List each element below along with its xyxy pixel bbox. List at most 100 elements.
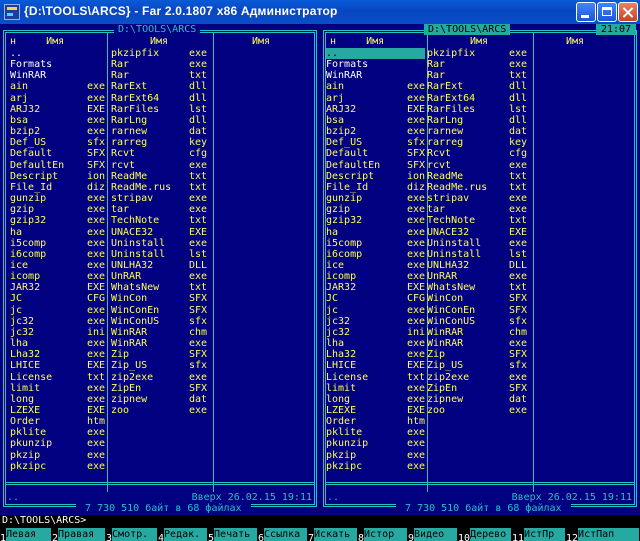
file-item[interactable]: RarExt64 dll (427, 93, 527, 104)
file-item[interactable]: pkzip exe (10, 450, 105, 461)
file-item[interactable]: rarreg key (111, 137, 207, 148)
file-item[interactable]: RarExt dll (111, 81, 207, 92)
maximize-button[interactable] (597, 2, 617, 22)
file-item[interactable]: stripav exe (427, 193, 527, 204)
file-item[interactable]: WinRAR chm (111, 327, 207, 338)
file-item[interactable]: WhatsNew txt (111, 282, 207, 293)
file-item[interactable]: pkunzip exe (326, 438, 425, 449)
file-item[interactable]: ha exe (326, 227, 425, 238)
fkey-4[interactable]: 4Редак. (158, 528, 208, 541)
file-item[interactable]: bzip2 exe (326, 126, 425, 137)
file-item[interactable]: ha exe (10, 227, 105, 238)
left-column-header-1[interactable]: н Имя (10, 36, 64, 47)
file-item[interactable]: ARJ32 EXE (10, 104, 105, 115)
file-item[interactable]: pkzipc exe (326, 461, 425, 472)
file-item[interactable]: pkzipfix exe (111, 48, 207, 59)
left-panel[interactable]: D:\TOOLS\ARCS н Имя Имя Имя .. Formats Win… (0, 24, 320, 514)
file-item[interactable]: WinConEn SFX (111, 305, 207, 316)
file-item[interactable]: ARJ32 EXE (326, 104, 425, 115)
file-item[interactable]: Default SFX (10, 148, 105, 159)
right-column-header-1[interactable]: н Имя (330, 36, 384, 47)
file-item[interactable]: ReadMe.rus txt (111, 182, 207, 193)
file-item[interactable]: WinCon SFX (111, 293, 207, 304)
file-item[interactable]: rarreg key (427, 137, 527, 148)
file-item[interactable]: JAR32 EXE (10, 282, 105, 293)
file-item[interactable]: RarFiles lst (111, 104, 207, 115)
fkey-7[interactable]: 7Искать (308, 528, 358, 541)
fkey-12[interactable]: 12ИстПап (566, 528, 640, 541)
file-item[interactable]: Rar txt (111, 70, 207, 81)
file-item[interactable]: RarFiles lst (427, 104, 527, 115)
right-panel[interactable]: D:\TOOLS\ARCS н Имя Имя Имя .. Formats Win… (320, 24, 640, 514)
file-item[interactable]: pkzip exe (326, 450, 425, 461)
file-item[interactable]: Uninstall lst (427, 249, 527, 260)
file-item[interactable]: License txt (10, 372, 105, 383)
file-item[interactable]: Order htm (10, 416, 105, 427)
file-item[interactable]: gunzip exe (326, 193, 425, 204)
file-item[interactable]: zoo exe (111, 405, 207, 416)
file-item[interactable]: long exe (326, 394, 425, 405)
file-item[interactable]: WinConEn SFX (427, 305, 527, 316)
file-item[interactable]: UNACE32 EXE (111, 227, 207, 238)
directory-item[interactable]: WinRAR (326, 70, 425, 81)
left-column-header-2[interactable]: Имя (150, 36, 168, 47)
file-item[interactable]: Descript ion (10, 171, 105, 182)
file-item[interactable]: rarnew dat (111, 126, 207, 137)
file-item[interactable]: lha exe (10, 338, 105, 349)
file-item[interactable]: Rar txt (427, 70, 527, 81)
file-item[interactable]: JC CFG (10, 293, 105, 304)
file-item[interactable]: jc32 exe (10, 316, 105, 327)
file-item[interactable]: RarExt64 dll (111, 93, 207, 104)
fkey-8[interactable]: 8Истор (358, 528, 408, 541)
file-item[interactable]: jc32 ini (326, 327, 425, 338)
fkey-6[interactable]: 6Ссылка (258, 528, 308, 541)
fkey-11[interactable]: 11ИстПр (512, 528, 566, 541)
file-item[interactable]: JC CFG (326, 293, 425, 304)
file-item[interactable]: ain exe (10, 81, 105, 92)
file-item[interactable]: LHICE EXE (326, 360, 425, 371)
directory-item[interactable]: .. (326, 48, 425, 60)
file-item[interactable]: WhatsNew txt (427, 282, 527, 293)
file-item[interactable]: jc32 ini (10, 327, 105, 338)
close-button[interactable] (618, 2, 638, 22)
file-item[interactable]: UnRAR exe (111, 271, 207, 282)
file-item[interactable]: TechNote txt (427, 215, 527, 226)
file-item[interactable]: gunzip exe (10, 193, 105, 204)
directory-item[interactable]: .. (10, 48, 105, 59)
file-item[interactable]: Default SFX (326, 148, 425, 159)
file-item[interactable]: Zip SFX (111, 349, 207, 360)
file-item[interactable]: Lha32 exe (326, 349, 425, 360)
file-item[interactable]: Zip_US sfx (111, 360, 207, 371)
file-item[interactable]: pklite exe (10, 427, 105, 438)
file-item[interactable]: Uninstall exe (427, 238, 527, 249)
file-item[interactable]: zoo exe (427, 405, 527, 416)
file-item[interactable]: File_Id diz (326, 182, 425, 193)
file-item[interactable]: ZipEn SFX (427, 383, 527, 394)
file-item[interactable]: Rcvt cfg (427, 148, 527, 159)
file-item[interactable]: gzip32 exe (326, 215, 425, 226)
file-item[interactable]: UNLHA32 DLL (427, 260, 527, 271)
fkey-10[interactable]: 10Дерево (458, 528, 512, 541)
file-item[interactable]: ZipEn SFX (111, 383, 207, 394)
file-item[interactable]: UnRAR exe (427, 271, 527, 282)
file-item[interactable]: limit exe (326, 383, 425, 394)
file-item[interactable]: zip2exe exe (427, 372, 527, 383)
file-item[interactable]: RarLng dll (427, 115, 527, 126)
file-item[interactable]: LHICE EXE (10, 360, 105, 371)
file-item[interactable]: jc32 exe (326, 316, 425, 327)
right-column-header-3[interactable]: Имя (566, 36, 584, 47)
file-item[interactable]: Rar exe (111, 59, 207, 70)
file-item[interactable]: i5comp exe (326, 238, 425, 249)
file-item[interactable]: License txt (326, 372, 425, 383)
file-item[interactable]: LZEXE EXE (326, 405, 425, 416)
file-item[interactable]: TechNote txt (111, 215, 207, 226)
file-item[interactable]: DefaultEn SFX (326, 160, 425, 171)
file-item[interactable]: WinRAR exe (111, 338, 207, 349)
file-item[interactable]: ice exe (10, 260, 105, 271)
file-item[interactable]: arj exe (326, 93, 425, 104)
file-item[interactable]: arj exe (10, 93, 105, 104)
file-item[interactable]: ain exe (326, 81, 425, 92)
file-item[interactable]: ReadMe.rus txt (427, 182, 527, 193)
left-panel-path[interactable]: D:\TOOLS\ARCS (114, 24, 201, 35)
file-item[interactable]: Lha32 exe (10, 349, 105, 360)
